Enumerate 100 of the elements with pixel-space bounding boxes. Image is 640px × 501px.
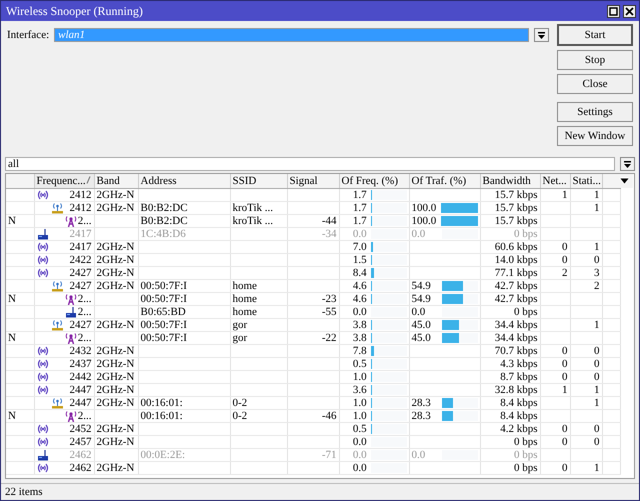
status-bar: 22 items: [1, 483, 639, 500]
column-header[interactable]: Address: [138, 174, 230, 188]
table-cell: 15.7 kbps: [480, 202, 540, 214]
percent-value: 0.0: [352, 462, 367, 474]
action-button[interactable]: Settings: [557, 102, 633, 122]
table-cell: 2GHz-N: [94, 384, 138, 396]
dropdown-icon: [623, 160, 632, 168]
table-cell: 2: [570, 280, 602, 292]
percent-value: 4.6: [352, 293, 367, 304]
column-header[interactable]: Band: [94, 174, 138, 188]
table-cell: -71: [287, 448, 339, 462]
filter-dropdown-button[interactable]: [620, 157, 635, 171]
percent-value: 1.0: [352, 397, 367, 408]
percent-value: 7.0: [352, 241, 367, 252]
table-cell: -55: [287, 306, 339, 318]
table-cell: 00:50:7F:I: [138, 318, 230, 332]
percent-value: 3.8: [352, 319, 367, 330]
percent-value: 100.0: [412, 202, 436, 214]
maximize-button[interactable]: [607, 4, 620, 18]
table-cell: 0 bps: [480, 228, 540, 240]
table-cell: 1: [570, 384, 602, 396]
percent-value: 0.0: [352, 436, 367, 448]
table-cell: -46: [287, 410, 339, 422]
table-cell: 2GHz-N: [94, 370, 138, 384]
table-cell: 0 bps: [480, 462, 540, 474]
table-cell: 2427: [70, 267, 92, 278]
filter-field[interactable]: all: [5, 157, 615, 171]
column-header[interactable]: Of Traf. (%): [409, 174, 480, 188]
percent-value: 1.5: [352, 254, 367, 266]
dropdown-button[interactable]: [534, 28, 549, 42]
column-header[interactable]: Net...: [540, 174, 570, 188]
percent-value: 4.6: [352, 280, 367, 292]
table-cell: 2GHz-N: [94, 318, 138, 332]
table-cell: 00:50:7F:I: [138, 332, 230, 344]
table-cell: 2442: [70, 371, 92, 382]
percent-value: 0.0: [352, 306, 367, 318]
maximize-icon: [609, 6, 618, 16]
table-cell: 1: [570, 462, 602, 474]
percent-value: 45.0: [412, 332, 432, 344]
dropdown-icon: [620, 178, 628, 184]
table-cell: 0: [540, 462, 570, 474]
table-cell: 1: [570, 396, 602, 410]
table-cell: 1: [540, 384, 570, 396]
table-cell: 4.3 kbps: [480, 358, 540, 370]
table-cell: 2437: [70, 358, 92, 370]
table-cell: 1: [540, 188, 570, 202]
table-cell: 0: [570, 422, 602, 436]
table-cell: N: [6, 410, 34, 422]
action-button[interactable]: New Window: [557, 126, 633, 146]
table-cell: B0:65:BD: [138, 306, 230, 318]
table-cell: 2447: [70, 397, 92, 408]
action-button[interactable]: Start: [557, 24, 633, 46]
window-title: Wireless Snooper (Running): [6, 4, 144, 18]
table-cell: 0: [540, 240, 570, 254]
table-cell: 15.7 kbps: [480, 188, 540, 202]
table-cell: 2: [540, 266, 570, 280]
table-cell: 42.7 kbps: [480, 280, 540, 292]
percent-value: 1.0: [352, 410, 367, 422]
close-icon: [625, 6, 634, 16]
table-cell: N: [6, 214, 34, 228]
table-cell: 2GHz-N: [94, 396, 138, 410]
table-cell: 34.4 kbps: [480, 332, 540, 344]
column-header[interactable]: Frequenc...: [34, 174, 94, 188]
table-cell: 0: [570, 358, 602, 370]
interface-label: Interface:: [7, 29, 50, 41]
table-cell: 2GHz-N: [94, 280, 138, 292]
column-header[interactable]: Of Freq. (%): [339, 174, 409, 188]
column-header[interactable]: Bandwidth: [480, 174, 540, 188]
table-cell: home: [230, 280, 287, 292]
percent-value: 1.0: [352, 371, 367, 382]
percent-value: 0.0: [412, 449, 426, 460]
table-cell: 1C:4B:D6: [138, 228, 230, 240]
table-cell: 00:16:01:: [138, 396, 230, 410]
action-button[interactable]: Stop: [557, 50, 633, 70]
percent-value: 45.0: [412, 319, 432, 330]
table-cell: 34.4 kbps: [480, 318, 540, 332]
percent-value: 0.0: [412, 306, 426, 318]
table-cell: 0: [570, 344, 602, 358]
table-cell: 14.0 kbps: [480, 254, 540, 266]
percent-value: 8.4: [352, 267, 367, 278]
close-button[interactable]: [623, 4, 636, 18]
table-cell: 2...: [78, 293, 92, 304]
table-cell: 1: [570, 188, 602, 202]
table-cell: 2...: [78, 332, 92, 344]
table-cell: 2GHz-N: [94, 266, 138, 280]
table-cell: 70.7 kbps: [480, 344, 540, 358]
percent-value: 28.3: [412, 397, 432, 408]
table-cell: 2427: [70, 319, 92, 330]
action-button[interactable]: Close: [557, 74, 633, 94]
table-cell: 2GHz-N: [94, 254, 138, 266]
column-header[interactable]: Signal: [287, 174, 339, 188]
table-cell: 0-2: [230, 410, 287, 422]
table-cell: N: [6, 332, 34, 344]
table-cell: 2GHz-N: [94, 188, 138, 202]
percent-value: 54.9: [412, 293, 432, 304]
column-header[interactable]: Stati...: [570, 174, 602, 188]
table-cell: 2GHz-N: [94, 436, 138, 448]
table-cell: 77.1 kbps: [480, 266, 540, 280]
table-cell: 3: [570, 266, 602, 280]
column-header[interactable]: SSID: [230, 174, 287, 188]
